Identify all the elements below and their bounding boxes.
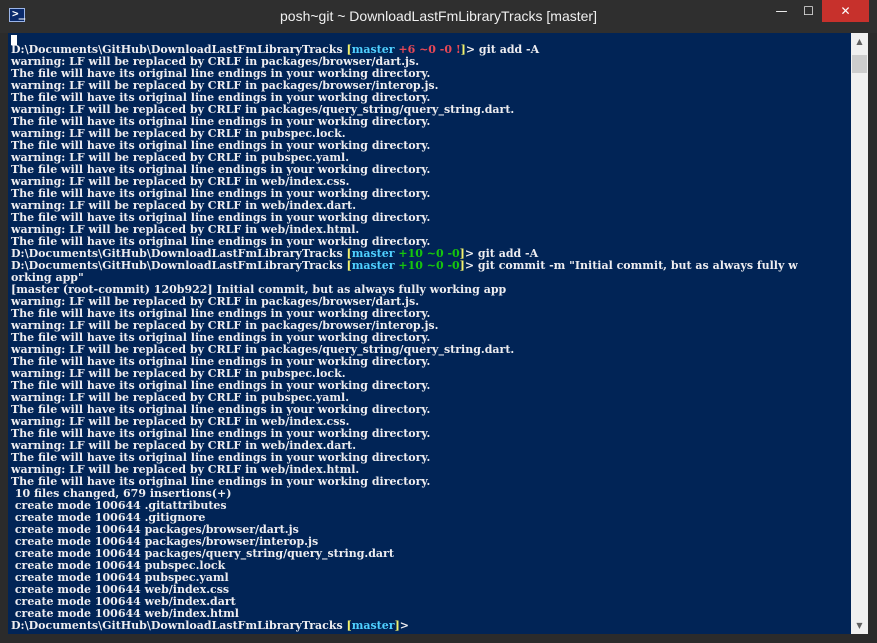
terminal-segment: master bbox=[351, 619, 395, 632]
scroll-up-button[interactable]: ▲ bbox=[851, 33, 868, 50]
console-window: >_ posh~git ~ DownloadLastFmLibraryTrack… bbox=[0, 0, 877, 643]
scroll-thumb[interactable] bbox=[852, 55, 867, 73]
minimize-button[interactable]: — bbox=[768, 0, 795, 22]
terminal-segment: > git commit -m "Initial commit, but as … bbox=[464, 259, 798, 272]
vertical-scrollbar[interactable]: ▲ ▼ bbox=[851, 33, 868, 634]
terminal-segment: > git add -A bbox=[465, 43, 540, 56]
window-title: posh~git ~ DownloadLastFmLibraryTracks [… bbox=[280, 8, 597, 24]
terminal-lines: D:\Documents\GitHub\DownloadLastFmLibrar… bbox=[11, 44, 798, 632]
maximize-button[interactable]: ☐ bbox=[795, 0, 822, 22]
terminal-segment: D:\Documents\GitHub\DownloadLastFmLibrar… bbox=[11, 619, 347, 632]
terminal-segment: +10 ~0 -0 bbox=[394, 259, 460, 272]
terminal-output[interactable]: D:\Documents\GitHub\DownloadLastFmLibrar… bbox=[8, 33, 851, 634]
terminal-line: D:\Documents\GitHub\DownloadLastFmLibrar… bbox=[11, 620, 798, 632]
scroll-down-button[interactable]: ▼ bbox=[851, 617, 868, 634]
terminal-segment: master bbox=[351, 259, 395, 272]
terminal-line: D:\Documents\GitHub\DownloadLastFmLibrar… bbox=[11, 260, 798, 272]
title-bar[interactable]: >_ posh~git ~ DownloadLastFmLibraryTrack… bbox=[0, 0, 877, 33]
terminal-segment: > bbox=[399, 619, 409, 632]
close-button[interactable]: ✕ bbox=[822, 0, 869, 22]
window-bottom-border bbox=[0, 634, 877, 643]
